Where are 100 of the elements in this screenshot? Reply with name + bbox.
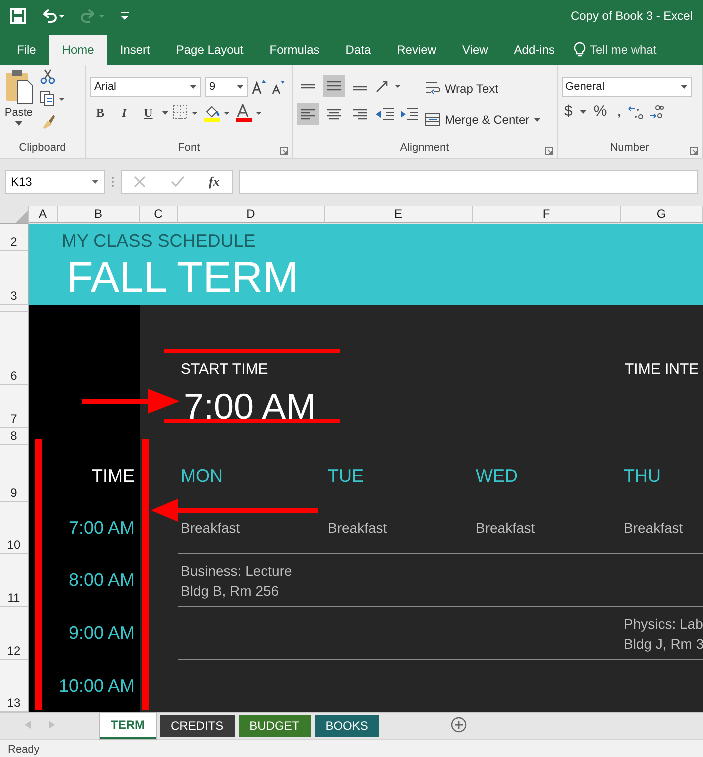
- day-header: WED: [476, 466, 518, 487]
- align-middle-button[interactable]: [322, 75, 345, 97]
- dialog-launcher-icon[interactable]: [544, 147, 553, 155]
- wrap-text-button[interactable]: Wrap Text: [424, 78, 541, 100]
- sheet-tab[interactable]: BOOKS: [314, 715, 380, 737]
- redo-icon: [80, 8, 106, 24]
- ribbon-tab[interactable]: View: [450, 35, 502, 65]
- align-right-icon: [352, 108, 367, 120]
- wrap-text-icon: [424, 81, 441, 97]
- dropdown-arrow-icon: [190, 85, 198, 89]
- increase-decimal-icon[interactable]: [628, 104, 644, 120]
- number-format-field[interactable]: General: [562, 77, 692, 97]
- align-center-icon: [326, 108, 341, 120]
- ribbon-tab[interactable]: Data: [332, 35, 384, 65]
- ribbon-tab[interactable]: Insert: [107, 35, 164, 65]
- fill-color-icon[interactable]: [203, 104, 232, 122]
- comma-button[interactable]: ,: [614, 103, 624, 120]
- column-header[interactable]: B: [58, 206, 140, 223]
- add-sheet-icon[interactable]: [451, 717, 468, 733]
- increase-font-size-icon[interactable]: [252, 79, 268, 95]
- schedule-subtitle: MY CLASS SCHEDULE: [62, 231, 257, 251]
- column-header[interactable]: C: [140, 206, 178, 223]
- bold-button[interactable]: B: [90, 103, 110, 123]
- merge-center-button[interactable]: Merge & Center: [424, 109, 541, 131]
- enter-checkmark-icon[interactable]: [170, 176, 185, 188]
- event-text: Business: Lecture Bldg B, Rm 256: [181, 562, 292, 600]
- percent-button[interactable]: %: [590, 103, 610, 120]
- ribbon-tab[interactable]: Add-ins: [501, 35, 568, 65]
- window-title: Copy of Book 3 - Excel: [570, 9, 693, 23]
- underline-button[interactable]: U: [138, 103, 158, 123]
- formula-input-field[interactable]: [239, 170, 698, 194]
- event-text: Breakfast: [181, 519, 240, 538]
- dropdown-arrow-icon: [680, 85, 688, 89]
- customize-menu-icon[interactable]: [120, 10, 130, 22]
- decrease-decimal-icon[interactable]: [648, 104, 664, 120]
- dialog-launcher-icon[interactable]: [690, 147, 698, 155]
- name-box[interactable]: K13: [5, 170, 105, 194]
- row-header[interactable]: 2: [0, 224, 29, 251]
- day-header: THU: [624, 466, 661, 487]
- column-header[interactable]: A: [29, 206, 58, 223]
- row-header[interactable]: 9: [0, 445, 29, 502]
- row-header[interactable]: 11: [0, 554, 29, 607]
- currency-button[interactable]: $: [562, 103, 576, 120]
- time-slot: 7:00 AM: [68, 518, 135, 538]
- paintbrush-icon[interactable]: [40, 113, 56, 129]
- font-color-icon[interactable]: [235, 104, 264, 122]
- column-header[interactable]: G: [621, 206, 703, 223]
- ribbon-tab[interactable]: Formulas: [256, 35, 333, 65]
- group-label: Font: [178, 142, 200, 154]
- row-header[interactable]: 6: [0, 312, 29, 385]
- sheet-tab[interactable]: CREDITS: [160, 715, 235, 737]
- event-text: Breakfast: [624, 519, 684, 538]
- search-hint[interactable]: Tell me what: [590, 43, 657, 57]
- save-icon[interactable]: [10, 8, 26, 24]
- time-slot: 10:00 AM: [58, 676, 135, 696]
- start-time-label: START TIME: [181, 361, 270, 378]
- time-slot: 8:00 AM: [68, 570, 135, 591]
- sheet-tab[interactable]: TERM: [100, 713, 156, 739]
- font-name-field[interactable]: Arial: [90, 77, 202, 97]
- start-time-value[interactable]: 7:00 AM: [184, 386, 316, 426]
- clipboard-icon: [4, 69, 34, 105]
- dropdown-arrow-icon[interactable]: [162, 111, 170, 115]
- ribbon-tab[interactable]: Review: [384, 35, 450, 65]
- ribbon-tab[interactable]: File: [4, 35, 50, 65]
- decrease-font-size-icon[interactable]: [271, 79, 286, 95]
- paste-button[interactable]: Paste: [4, 69, 34, 142]
- ribbon-tab[interactable]: Page Layout: [163, 35, 257, 65]
- dropdown-arrow-icon: [92, 180, 99, 184]
- time-interval-label: TIME INTE: [625, 361, 700, 378]
- row-header[interactable]: 8: [0, 428, 29, 445]
- copy-icon[interactable]: [40, 91, 66, 107]
- row-header[interactable]: 12: [0, 607, 29, 660]
- event-text: Breakfast: [328, 519, 388, 538]
- schedule-title: FALL TERM: [67, 254, 300, 302]
- caret-icon: [15, 121, 23, 126]
- column-header[interactable]: E: [325, 206, 473, 223]
- row-header[interactable]: 3: [0, 251, 29, 305]
- borders-icon[interactable]: [173, 105, 200, 121]
- merge-cells-icon: [424, 112, 441, 128]
- font-size-field[interactable]: 9: [205, 77, 248, 97]
- status-text: Ready: [8, 744, 40, 756]
- dropdown-arrow-icon: [534, 118, 541, 122]
- dialog-launcher-icon[interactable]: [280, 147, 288, 155]
- italic-button[interactable]: I: [114, 103, 134, 123]
- column-header[interactable]: F: [473, 206, 621, 223]
- dropdown-arrow-icon: [237, 85, 244, 89]
- sheet-tab[interactable]: BUDGET: [238, 715, 311, 737]
- increase-indent-icon[interactable]: [398, 106, 419, 122]
- decrease-indent-icon[interactable]: [374, 106, 395, 122]
- column-header[interactable]: D: [178, 206, 325, 223]
- ribbon-tab[interactable]: Home: [49, 35, 108, 65]
- insert-function-button[interactable]: fx: [208, 174, 220, 190]
- scissors-icon[interactable]: [40, 69, 56, 85]
- row-header[interactable]: 10: [0, 502, 29, 554]
- align-left-button[interactable]: [296, 103, 319, 125]
- dropdown-arrow-icon[interactable]: [580, 110, 587, 114]
- time-header: TIME: [92, 466, 135, 487]
- group-label: Alignment: [400, 142, 450, 154]
- row-header[interactable]: 13: [0, 660, 29, 712]
- row-header[interactable]: 7: [0, 385, 29, 428]
